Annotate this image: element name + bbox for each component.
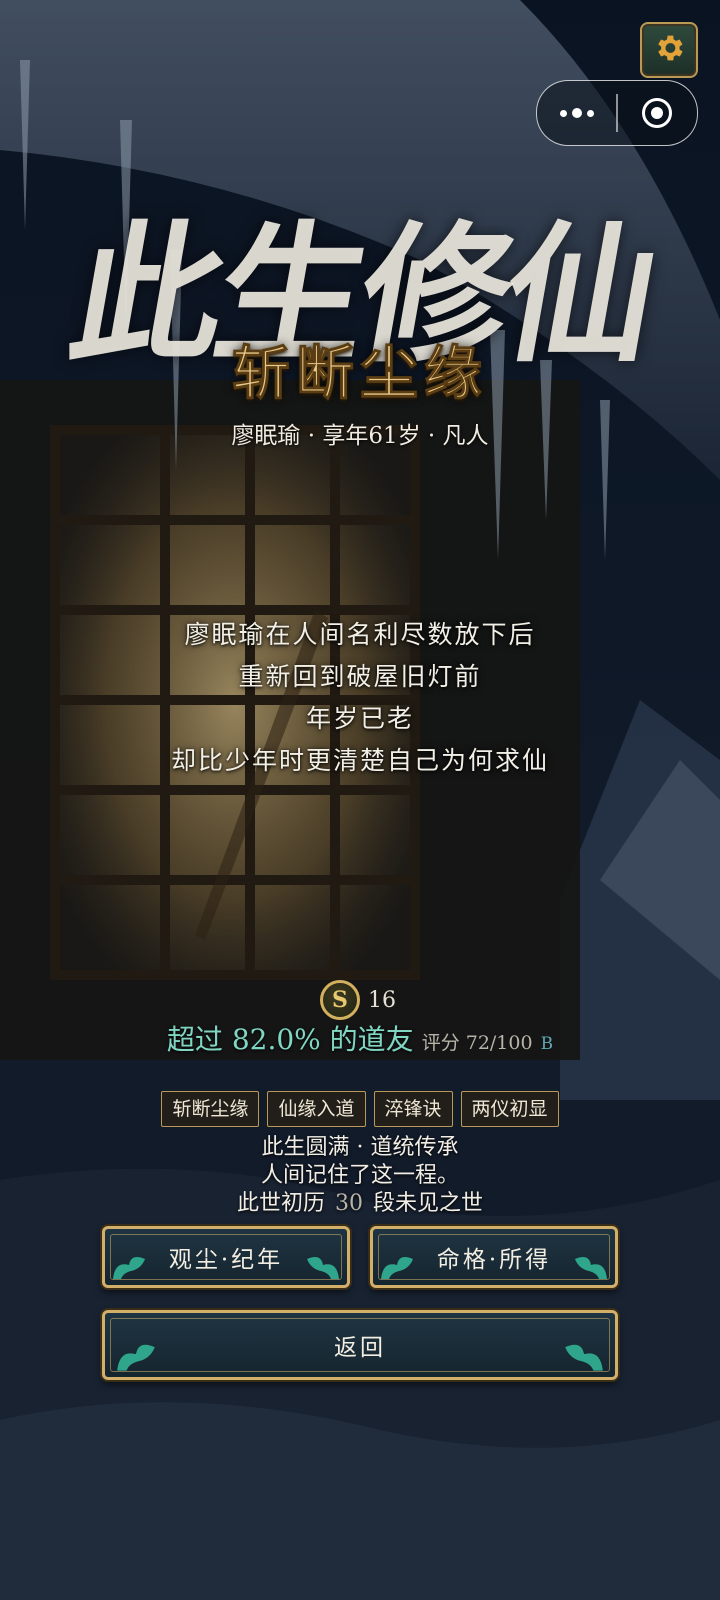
tag-item: 淬锋诀 xyxy=(373,1091,453,1127)
achievement-tags: 斩断尘缘 仙缘入道 淬锋诀 两仪初显 xyxy=(0,1091,720,1127)
life-summary: 此生圆满 · 道统传承 人间记住了这一程。 此世初历 30 段未见之世 xyxy=(0,1134,720,1218)
summary-line-3: 此世初历 30 段未见之世 xyxy=(0,1190,720,1218)
back-button-label: 返回 xyxy=(334,1335,386,1361)
story-line: 却比少年时更清楚自己为何求仙 xyxy=(170,746,549,775)
tag-item: 斩断尘缘 xyxy=(161,1091,260,1127)
coin-count: 16 xyxy=(368,987,396,1013)
miniprogram-capsule xyxy=(536,80,698,146)
ending-title: 斩断尘缘 xyxy=(231,339,488,408)
worlds-count: 30 xyxy=(335,1191,363,1216)
rating-grade: B xyxy=(540,1034,554,1054)
character-info: 廖眠瑜 · 享年61岁 · 凡人 xyxy=(231,423,489,449)
back-button[interactable]: 返回 xyxy=(102,1310,618,1380)
gear-icon xyxy=(652,31,686,69)
cloud-ornament-icon xyxy=(117,1344,155,1371)
dao-coin-icon: S xyxy=(320,980,360,1020)
story-text: 廖眠瑜在人间名利尽数放下后 重新回到破屋旧灯前 年岁已老 却比少年时更清楚自己为… xyxy=(0,614,720,782)
close-miniprogram-button[interactable] xyxy=(618,81,697,145)
story-line: 重新回到破屋旧灯前 xyxy=(238,662,482,691)
more-button[interactable] xyxy=(537,81,616,145)
more-dots-icon xyxy=(559,108,594,118)
target-ring-icon xyxy=(642,98,673,128)
summary-prefix: 此世初历 xyxy=(236,1191,325,1216)
gains-button-label: 命格·所得 xyxy=(436,1247,552,1273)
cloud-ornament-icon xyxy=(565,1344,603,1371)
coin-counter: S 16 xyxy=(320,980,396,1020)
tag-item: 仙缘入道 xyxy=(267,1091,366,1127)
story-line: 年岁已老 xyxy=(305,704,414,733)
story-line: 廖眠瑜在人间名利尽数放下后 xyxy=(184,620,536,649)
summary-line-2: 人间记住了这一程。 xyxy=(260,1163,459,1188)
rating-score: 评分 72/100 xyxy=(421,1032,533,1054)
settings-button[interactable] xyxy=(640,22,698,78)
summary-line-1: 此生圆满 · 道统传承 xyxy=(261,1135,459,1160)
summary-suffix: 段未见之世 xyxy=(373,1191,484,1216)
rank-summary: 超过 82.0% 的道友 评分 72/100 B xyxy=(0,1018,720,1058)
chronicle-button[interactable]: 观尘·纪年 xyxy=(102,1226,350,1288)
rank-percent: 超过 82.0% 的道友 xyxy=(166,1023,414,1056)
chronicle-button-label: 观尘·纪年 xyxy=(168,1247,284,1273)
tag-item: 两仪初显 xyxy=(460,1091,559,1127)
gains-button[interactable]: 命格·所得 xyxy=(370,1226,618,1288)
